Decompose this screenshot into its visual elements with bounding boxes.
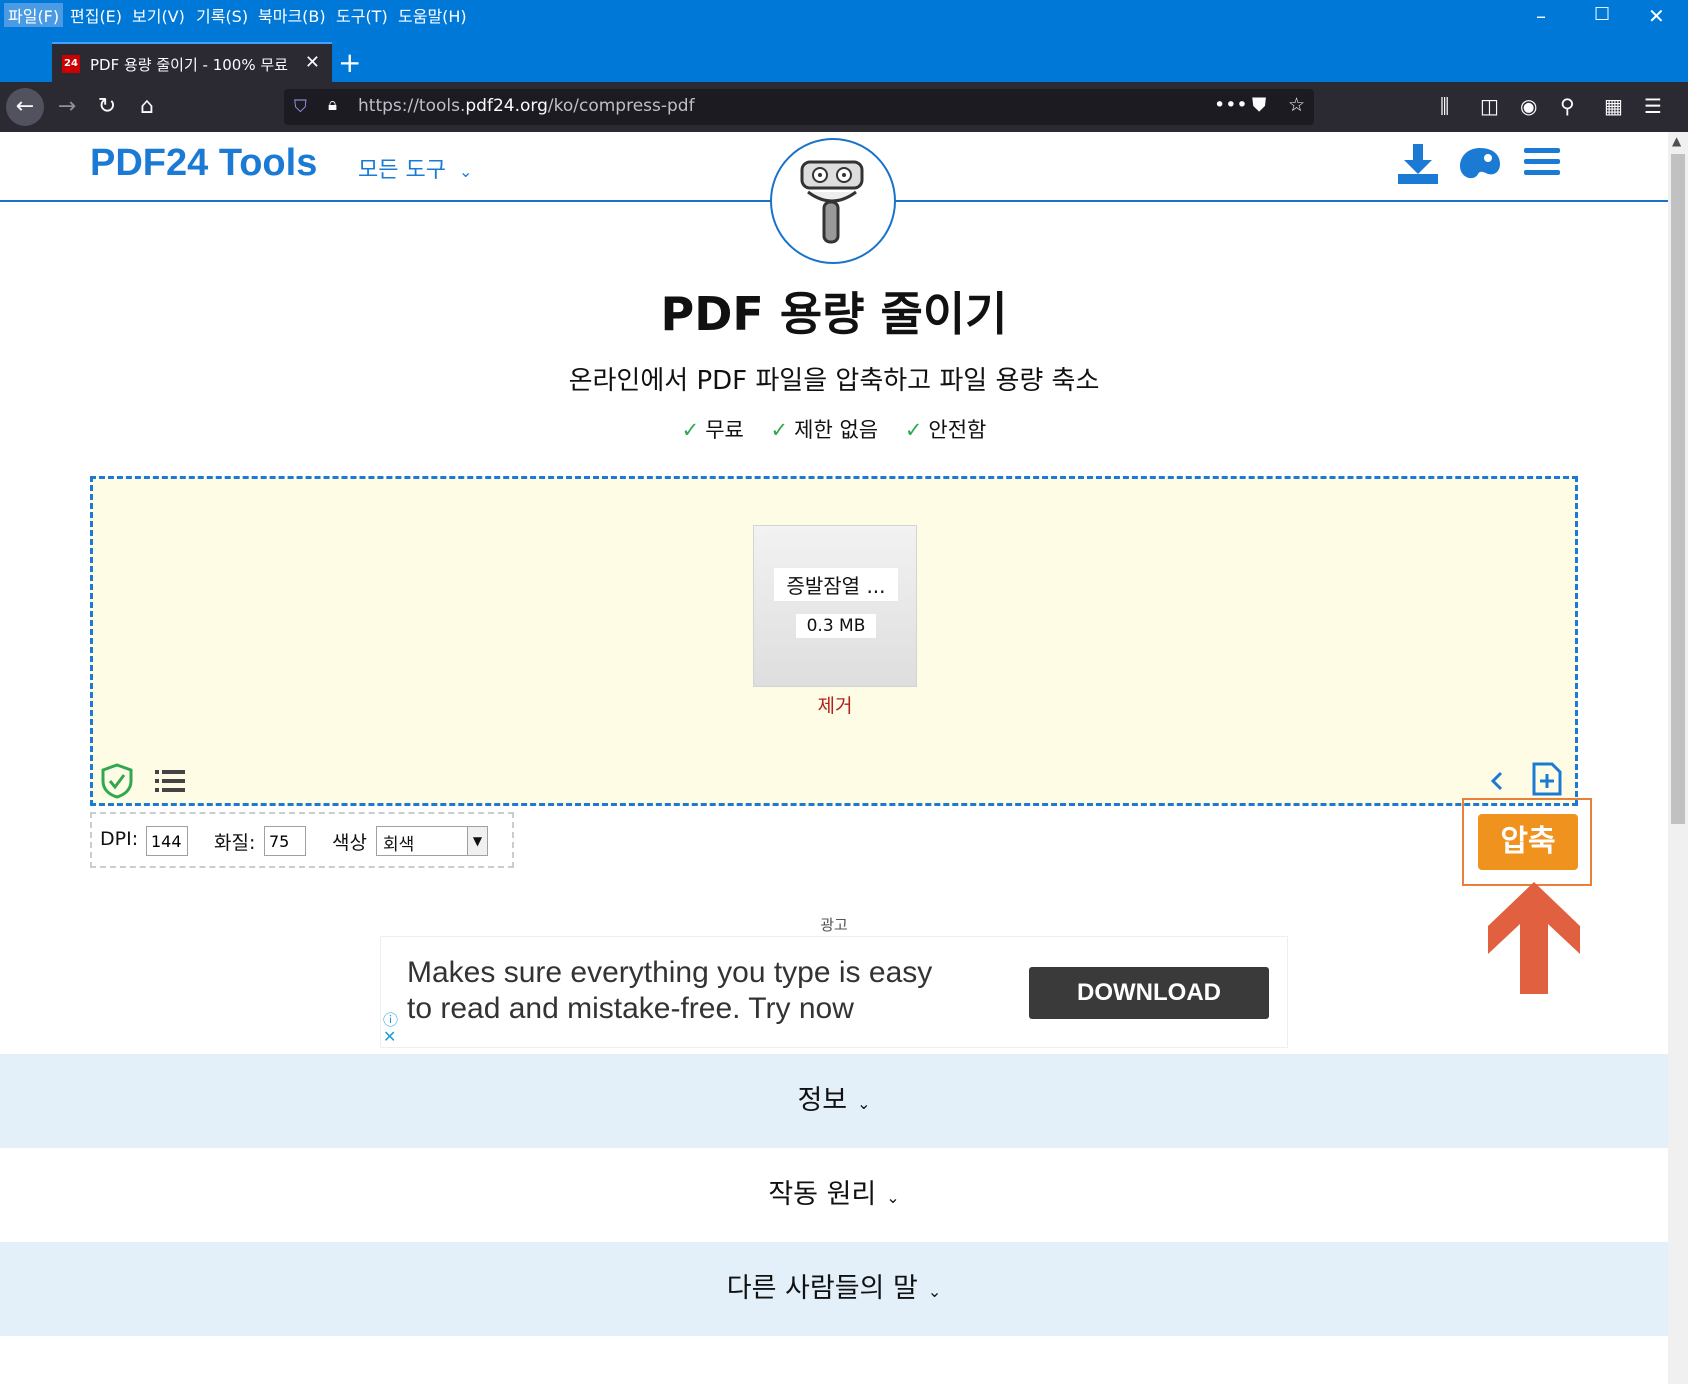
address-bar[interactable]: ⛉ 🔒︎ https://tools.pdf24.org/ko/compress… xyxy=(284,89,1314,125)
page-scrollbar[interactable]: ▲ xyxy=(1668,132,1688,1384)
extension-icon[interactable]: ⚲ xyxy=(1560,94,1575,118)
feature-secure: ✓ 안전함 xyxy=(904,418,987,442)
feature-free: ✓ 무료 xyxy=(681,418,744,442)
account-icon[interactable]: ◉ xyxy=(1520,94,1537,118)
menu-tools[interactable]: 도구(T) xyxy=(336,3,388,27)
all-tools-label: 모든 도구 xyxy=(358,158,446,183)
ad-text: Makes sure everything you type is easy t… xyxy=(407,956,933,1025)
site-logo[interactable]: PDF24 Tools xyxy=(90,142,317,185)
add-file-icon[interactable] xyxy=(1531,761,1563,797)
home-icon[interactable]: ⌂ xyxy=(128,88,166,126)
mascot-icon xyxy=(800,160,864,244)
file-card[interactable]: 증발잠열 ... 0.3 MB xyxy=(753,525,917,687)
page-title: PDF 용량 줄이기 xyxy=(660,287,1008,341)
section-info-label: 정보 xyxy=(797,1085,848,1116)
close-window-icon[interactable]: ✕ xyxy=(1648,4,1665,28)
app-menu-icon[interactable]: ☰ xyxy=(1644,94,1662,118)
sidebar-icon[interactable]: ◫ xyxy=(1480,94,1499,118)
tab-close-icon[interactable]: ✕ xyxy=(305,52,320,73)
chevron-left-icon[interactable] xyxy=(1489,769,1505,793)
pocket-icon[interactable]: ⛊ xyxy=(1252,94,1266,116)
menu-bookmarks[interactable]: 북마크(B) xyxy=(258,3,326,27)
checkmark-icon: ✓ xyxy=(904,418,923,442)
ad-download-button[interactable]: DOWNLOAD xyxy=(1029,967,1269,1019)
section-testimonials-label: 다른 사람들의 말 xyxy=(726,1273,918,1304)
ad-label: 광고 xyxy=(820,916,848,934)
tab-bar: 24 PDF 용량 줄이기 - 100% 무료 ✕ + xyxy=(0,28,1688,82)
menu-help[interactable]: 도움말(H) xyxy=(398,3,467,27)
lock-icon[interactable]: 🔒︎ xyxy=(328,95,337,115)
menu-view[interactable]: 보기(V) xyxy=(132,3,185,27)
back-icon[interactable]: ← xyxy=(6,88,44,126)
chevron-down-icon: ⌄ xyxy=(886,1188,900,1207)
whats-new-gift-icon[interactable]: ▦ xyxy=(1604,94,1623,118)
file-size: 0.3 MB xyxy=(796,614,876,638)
page-actions-icon[interactable]: ••• xyxy=(1214,94,1248,116)
feature-unlimited: ✓ 제한 없음 xyxy=(770,418,879,442)
chevron-down-icon: ⌄ xyxy=(927,1282,942,1301)
checkmark-icon: ✓ xyxy=(681,418,700,442)
bookmark-star-icon[interactable]: ☆ xyxy=(1288,94,1305,116)
navigation-toolbar: ← → ↻ ⌂ ⛉ 🔒︎ https://tools.pdf24.org/ko/… xyxy=(0,82,1688,132)
quality-input[interactable] xyxy=(264,826,306,856)
forward-icon[interactable]: → xyxy=(48,88,86,126)
web-page: PDF24 Tools 모든 도구 ⌄ PDF 용량 줄이기 온라인에서 PDF… xyxy=(0,132,1668,1384)
ad-close-icon[interactable]: ✕ xyxy=(383,1027,396,1046)
download-icon[interactable] xyxy=(1396,142,1440,186)
menu-history[interactable]: 기록(S) xyxy=(196,3,248,27)
library-icon[interactable]: ⫼ xyxy=(1440,94,1449,118)
file-name: 증발잠열 ... xyxy=(774,568,898,601)
chevron-down-icon: ▼ xyxy=(467,827,487,855)
dpi-input[interactable] xyxy=(146,826,188,856)
red-arrow-annotation-icon xyxy=(1488,882,1580,994)
list-view-icon[interactable] xyxy=(155,769,185,793)
section-how-it-works-label: 작동 원리 xyxy=(768,1179,877,1210)
pdf24-favicon-icon: 24 xyxy=(62,55,80,73)
chevron-down-icon: ⌄ xyxy=(857,1094,871,1113)
menu-file[interactable]: 파일(F) xyxy=(4,3,64,27)
color-label: 색상 xyxy=(332,832,367,854)
new-tab-icon[interactable]: + xyxy=(338,46,361,79)
checkmark-icon: ✓ xyxy=(770,418,789,442)
section-how-it-works[interactable]: 작동 원리 ⌄ xyxy=(0,1148,1668,1242)
section-info[interactable]: 정보 ⌄ xyxy=(0,1054,1668,1148)
color-select-value: 회색 xyxy=(383,835,415,855)
compression-options: DPI: 화질: 색상 회색 ▼ xyxy=(90,812,514,868)
minimize-icon[interactable]: – xyxy=(1536,4,1546,28)
hamburger-menu-icon[interactable] xyxy=(1522,142,1562,182)
advertisement[interactable]: Makes sure everything you type is easy t… xyxy=(380,936,1288,1048)
remove-file-link[interactable]: 제거 xyxy=(753,691,917,718)
menu-bar: 파일(F) 편집(E) 보기(V) 기록(S) 북마크(B) 도구(T) 도움말… xyxy=(0,0,1688,28)
security-shield-icon[interactable] xyxy=(101,763,133,799)
reload-icon[interactable]: ↻ xyxy=(88,88,126,126)
palette-icon[interactable] xyxy=(1458,142,1502,186)
compress-button[interactable]: 압축 xyxy=(1478,814,1578,870)
tab-active[interactable]: 24 PDF 용량 줄이기 - 100% 무료 ✕ xyxy=(52,42,332,82)
dpi-label: DPI: xyxy=(100,828,139,850)
page-subtitle: 온라인에서 PDF 파일을 압축하고 파일 용량 축소 xyxy=(568,366,1100,396)
color-select[interactable]: 회색 ▼ xyxy=(376,826,488,856)
scroll-up-icon[interactable]: ▲ xyxy=(1672,134,1681,148)
scrollbar-thumb[interactable] xyxy=(1671,154,1685,824)
tab-title: PDF 용량 줄이기 - 100% 무료 xyxy=(90,56,288,74)
menu-edit[interactable]: 편집(E) xyxy=(70,3,122,27)
chevron-down-icon: ⌄ xyxy=(458,162,473,181)
all-tools-dropdown[interactable]: 모든 도구 ⌄ xyxy=(358,152,472,184)
tracking-shield-icon[interactable]: ⛉ xyxy=(294,97,307,117)
url-text: https://tools.pdf24.org/ko/compress-pdf xyxy=(358,96,695,116)
file-dropzone[interactable]: 증발잠열 ... 0.3 MB 제거 xyxy=(90,476,1578,806)
feature-list: ✓ 무료 ✓ 제한 없음 ✓ 안전함 xyxy=(0,414,1668,444)
quality-label: 화질: xyxy=(214,832,256,854)
section-testimonials[interactable]: 다른 사람들의 말 ⌄ xyxy=(0,1242,1668,1336)
mascot-logo[interactable] xyxy=(770,138,896,264)
maximize-icon[interactable]: ☐ xyxy=(1594,4,1610,25)
